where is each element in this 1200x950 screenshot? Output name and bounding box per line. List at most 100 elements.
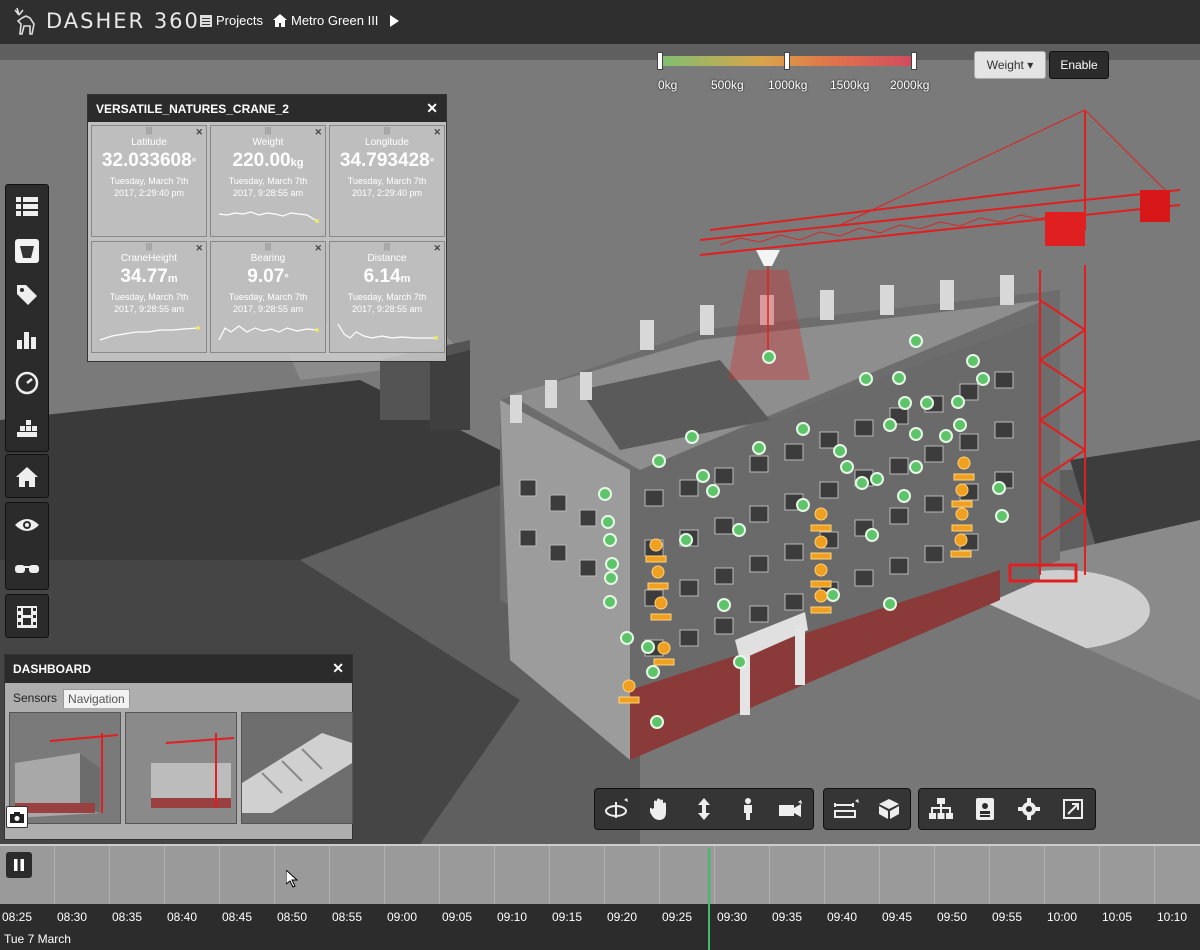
glasses-view-button[interactable] bbox=[6, 547, 48, 591]
enable-button[interactable]: Enable bbox=[1049, 51, 1109, 79]
drag-handle-icon[interactable]: ||| bbox=[92, 127, 206, 135]
floorplan-view-image bbox=[242, 713, 352, 823]
sensor-tile-latitude[interactable]: ||| ✕ Latitude 32.033608° Tuesday, March … bbox=[91, 125, 207, 237]
tile-time: 2017, 2:29:40 pm bbox=[113, 188, 185, 198]
close-icon[interactable]: ✕ bbox=[433, 243, 441, 254]
deer-logo-icon[interactable] bbox=[10, 6, 40, 38]
tile-time: 2017, 9:28:55 am bbox=[232, 304, 304, 314]
home-icon bbox=[16, 467, 38, 487]
timeline[interactable]: 08:25 08:30 08:35 08:40 08:45 08:50 08:55 09:00… bbox=[0, 844, 1200, 950]
structure-button[interactable] bbox=[919, 789, 963, 829]
tab-sensors[interactable]: Sensors bbox=[9, 689, 61, 708]
timeline-tick-line bbox=[439, 846, 440, 904]
saved-view-thumbnail-2[interactable] bbox=[125, 712, 237, 824]
timeline-tick-label: 09:30 bbox=[717, 910, 748, 924]
visibility-button[interactable] bbox=[6, 503, 48, 547]
timeline-tick-label: 08:45 bbox=[222, 910, 253, 924]
timeline-tick-line bbox=[219, 846, 220, 904]
weight-icon bbox=[15, 239, 39, 263]
cube-icon bbox=[878, 799, 899, 819]
timeline-tick-line bbox=[934, 846, 935, 904]
tab-navigation[interactable]: Navigation bbox=[63, 689, 130, 708]
timeline-tick-line bbox=[384, 846, 385, 904]
breadcrumb-projects[interactable]: Projects bbox=[200, 13, 263, 28]
close-icon[interactable]: ✕ bbox=[426, 100, 438, 117]
sensor-tile-bearing[interactable]: ||| ✕ Bearing 9.07° Tuesday, March 7th 20… bbox=[210, 241, 326, 353]
close-icon[interactable]: ✕ bbox=[332, 660, 344, 677]
timeline-tick-label: 09:45 bbox=[882, 910, 913, 924]
drag-handle-icon[interactable]: ||| bbox=[92, 243, 206, 251]
timeline-tick-label: 10:10 bbox=[1157, 910, 1188, 924]
drag-handle-icon[interactable]: ||| bbox=[330, 127, 444, 135]
close-icon[interactable]: ✕ bbox=[195, 243, 203, 254]
distance-sparkline bbox=[337, 323, 438, 340]
timeline-axis[interactable]: 08:25 08:30 08:35 08:40 08:45 08:50 08:55 09:00… bbox=[0, 846, 1200, 950]
stacked-view-button[interactable] bbox=[6, 405, 48, 449]
film-icon bbox=[17, 606, 37, 628]
drag-handle-icon[interactable]: ||| bbox=[211, 127, 325, 135]
tile-time: 2017, 9:28:55 am bbox=[232, 188, 304, 198]
timeline-playhead[interactable] bbox=[708, 848, 710, 950]
charts-button[interactable] bbox=[6, 317, 48, 361]
home-view-button[interactable] bbox=[6, 455, 48, 499]
properties-button[interactable] bbox=[963, 789, 1007, 829]
dashboard-header[interactable]: DASHBOARD ✕ bbox=[5, 655, 352, 683]
drag-handle-icon[interactable]: ||| bbox=[330, 243, 444, 251]
snapshot-button[interactable] bbox=[6, 806, 28, 828]
measure-toolbar bbox=[823, 788, 911, 830]
tile-unit: ° bbox=[429, 157, 435, 169]
gauge-icon bbox=[15, 371, 39, 395]
drag-handle-icon[interactable]: ||| bbox=[211, 243, 325, 251]
camera-view-button[interactable] bbox=[769, 789, 813, 829]
sensor-tile-distance[interactable]: ||| ✕ Distance 6.14m Tuesday, March 7th 2… bbox=[329, 241, 445, 353]
play-icon[interactable] bbox=[390, 15, 399, 27]
weight-dropdown-button[interactable]: Weight ▾ bbox=[974, 51, 1046, 79]
tile-date: Tuesday, March 7th bbox=[228, 176, 308, 186]
timeline-tick-line bbox=[494, 846, 495, 904]
home-toolbar bbox=[5, 454, 49, 498]
tags-button[interactable] bbox=[6, 273, 48, 317]
tile-value: 34.793428 bbox=[339, 150, 430, 171]
timeline-tick-label: 09:00 bbox=[387, 910, 418, 924]
vertical-move-button[interactable] bbox=[682, 789, 726, 829]
sensor-tile-crane-height[interactable]: ||| ✕ CraneHeight 34.77m Tuesday, March 7… bbox=[91, 241, 207, 353]
walk-button[interactable] bbox=[726, 789, 770, 829]
breadcrumb-project[interactable]: Metro Green III bbox=[273, 13, 378, 28]
cube-button[interactable] bbox=[867, 789, 910, 829]
dashboard-title: DASHBOARD bbox=[13, 662, 91, 676]
saved-view-thumbnail-3[interactable] bbox=[241, 712, 353, 824]
legend-min-handle[interactable] bbox=[657, 52, 663, 70]
bar-chart-icon bbox=[17, 332, 36, 349]
timeline-tick-label: 08:40 bbox=[167, 910, 198, 924]
orbit-button[interactable] bbox=[595, 789, 639, 829]
sensor-panel-header[interactable]: VERSATILE_NATURES_CRANE_2 ✕ bbox=[88, 95, 446, 122]
timeline-tick-label: 08:50 bbox=[277, 910, 308, 924]
expand-icon bbox=[1063, 799, 1083, 819]
settings-button[interactable] bbox=[1007, 789, 1051, 829]
close-icon[interactable]: ✕ bbox=[314, 127, 322, 138]
gauges-button[interactable] bbox=[6, 361, 48, 405]
hand-pan-icon bbox=[650, 798, 667, 820]
legend-max-handle[interactable] bbox=[911, 52, 917, 70]
gear-icon bbox=[1018, 798, 1040, 820]
sensor-tile-longitude[interactable]: ||| ✕ Longitude 34.793428° Tuesday, March… bbox=[329, 125, 445, 237]
close-icon[interactable]: ✕ bbox=[314, 243, 322, 254]
walk-icon bbox=[743, 798, 752, 820]
measure-button[interactable] bbox=[824, 789, 867, 829]
legend-mid-handle[interactable] bbox=[784, 52, 790, 70]
pause-button[interactable] bbox=[6, 852, 32, 878]
tile-time: 2017, 9:28:55 am bbox=[351, 304, 423, 314]
fullscreen-button[interactable] bbox=[1051, 789, 1095, 829]
top-bar: DASHER 360 Projects Metro Green III bbox=[0, 0, 1200, 45]
timeline-tick-label: 09:05 bbox=[442, 910, 473, 924]
orbit-icon bbox=[604, 798, 628, 818]
weight-view-button[interactable] bbox=[6, 229, 48, 273]
film-button[interactable] bbox=[6, 595, 48, 639]
pan-button[interactable] bbox=[639, 789, 683, 829]
sensor-tile-weight[interactable]: ||| ✕ Weight 220.00kg Tuesday, March 7th … bbox=[210, 125, 326, 237]
sensor-panel-title: VERSATILE_NATURES_CRANE_2 bbox=[96, 101, 289, 116]
close-icon[interactable]: ✕ bbox=[195, 127, 203, 138]
table-view-button[interactable] bbox=[6, 185, 48, 229]
close-icon[interactable]: ✕ bbox=[433, 127, 441, 138]
dashboard-tabs: Sensors Navigation bbox=[9, 689, 130, 708]
